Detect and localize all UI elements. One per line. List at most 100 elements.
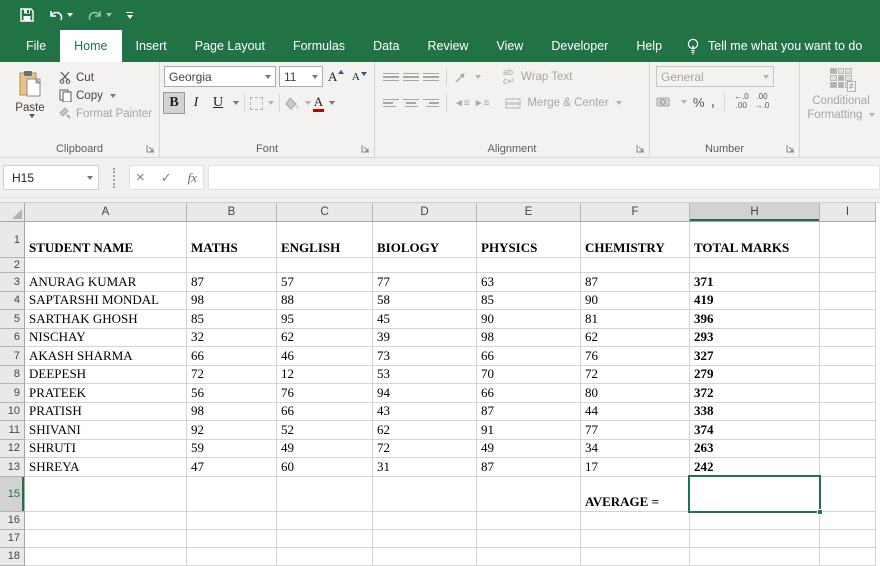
clipboard-dialog-launcher-icon[interactable] [146,144,156,154]
paste-dropdown-icon[interactable] [28,114,35,118]
cell-E10[interactable]: 87 [477,402,581,421]
cell-C2[interactable] [277,258,373,273]
row-header-12[interactable]: 12 [0,439,25,458]
cell-H18[interactable] [690,547,820,566]
cell-D11[interactable]: 62 [373,421,477,440]
cell-I11[interactable] [820,421,876,440]
font-name-combo[interactable]: Georgia [164,66,276,87]
cell-F8[interactable]: 72 [581,365,690,384]
cancel-icon[interactable]: × [136,169,145,186]
cell-E18[interactable] [477,547,581,566]
cell-F5[interactable]: 81 [581,310,690,329]
cell-E12[interactable]: 49 [477,439,581,458]
enter-icon[interactable]: ✓ [161,170,172,186]
cell-F13[interactable]: 17 [581,458,690,477]
cell-D2[interactable] [373,258,477,273]
cell-A13[interactable]: SHREYA [25,458,187,477]
cell-A7[interactable]: AKASH SHARMA [25,347,187,366]
copy-button[interactable]: Copy [56,88,155,103]
cell-F15[interactable]: AVERAGE = [581,476,690,512]
column-header-F[interactable]: F [581,203,690,222]
cell-B10[interactable]: 98 [187,402,277,421]
row-header-8[interactable]: 8 [0,365,25,384]
cell-E4[interactable]: 85 [477,291,581,310]
cell-I7[interactable] [820,347,876,366]
cell-C8[interactable]: 12 [277,365,373,384]
cell-D15[interactable] [373,476,477,512]
column-header-I[interactable]: I [820,203,876,222]
cell-A4[interactable]: SAPTARSHI MONDAL [25,291,187,310]
cell-H12[interactable]: 263 [690,439,820,458]
cell-F6[interactable]: 62 [581,328,690,347]
cell-C6[interactable]: 62 [277,328,373,347]
cell-B8[interactable]: 72 [187,365,277,384]
cell-C9[interactable]: 76 [277,384,373,403]
cell-H8[interactable]: 279 [690,365,820,384]
column-header-C[interactable]: C [277,203,373,222]
cell-B3[interactable]: 87 [187,273,277,292]
row-header-2[interactable]: 2 [0,258,25,273]
customize-quick-access-icon[interactable] [126,11,133,19]
cell-E13[interactable]: 87 [477,458,581,477]
cell-F9[interactable]: 80 [581,384,690,403]
cell-B5[interactable]: 85 [187,310,277,329]
cell-E3[interactable]: 63 [477,273,581,292]
cell-F12[interactable]: 34 [581,439,690,458]
cell-H1[interactable]: TOTAL MARKS [690,222,820,258]
cell-D3[interactable]: 77 [373,273,477,292]
decrease-decimal-button[interactable]: .00 →.0 [755,92,770,111]
cell-C10[interactable]: 66 [277,402,373,421]
percent-style-button[interactable]: % [693,95,705,110]
cell-E1[interactable]: PHYSICS [477,222,581,258]
tab-insert[interactable]: Insert [122,30,181,62]
cell-A12[interactable]: SHRUTI [25,439,187,458]
tab-home[interactable]: Home [60,30,122,62]
cell-H4[interactable]: 419 [690,291,820,310]
cell-C13[interactable]: 60 [277,458,373,477]
cell-H6[interactable]: 293 [690,328,820,347]
font-size-combo[interactable]: 11 [279,66,323,87]
cell-D4[interactable]: 58 [373,291,477,310]
cell-H13[interactable]: 242 [690,458,820,477]
paste-button[interactable]: Paste [4,66,56,139]
cell-B11[interactable]: 92 [187,421,277,440]
cell-E5[interactable]: 90 [477,310,581,329]
column-header-B[interactable]: B [187,203,277,222]
cell-E7[interactable]: 66 [477,347,581,366]
cell-C18[interactable] [277,547,373,566]
cell-E15[interactable] [477,476,581,512]
cell-B13[interactable]: 47 [187,458,277,477]
cell-H16[interactable] [690,511,820,530]
cell-A3[interactable]: ANURAG KUMAR [25,273,187,292]
cell-E8[interactable]: 70 [477,365,581,384]
cut-button[interactable]: Cut [56,70,155,85]
tab-help[interactable]: Help [622,30,676,62]
undo-button[interactable] [48,9,73,22]
cell-D6[interactable]: 39 [373,328,477,347]
cell-D16[interactable] [373,511,477,530]
cell-B4[interactable]: 98 [187,291,277,310]
cell-C16[interactable] [277,511,373,530]
font-color-button[interactable]: A [313,95,324,112]
cell-I9[interactable] [820,384,876,403]
cell-I8[interactable] [820,365,876,384]
italic-button[interactable]: I [186,93,206,113]
cell-H2[interactable] [690,258,820,273]
cell-F4[interactable]: 90 [581,291,690,310]
cell-B6[interactable]: 32 [187,328,277,347]
column-header-D[interactable]: D [373,203,477,222]
cell-B16[interactable] [187,511,277,530]
cell-I12[interactable] [820,439,876,458]
cell-H17[interactable] [690,529,820,548]
cell-C4[interactable]: 88 [277,291,373,310]
cell-I4[interactable] [820,291,876,310]
cell-D5[interactable]: 45 [373,310,477,329]
cell-C3[interactable]: 57 [277,273,373,292]
font-size-dropdown-icon[interactable] [312,74,318,79]
name-box[interactable]: H15 [3,165,99,190]
undo-dropdown-icon[interactable] [67,13,73,17]
tab-data[interactable]: Data [359,30,413,62]
grow-font-button[interactable]: A [326,67,346,87]
cell-E17[interactable] [477,529,581,548]
row-header-17[interactable]: 17 [0,529,25,548]
